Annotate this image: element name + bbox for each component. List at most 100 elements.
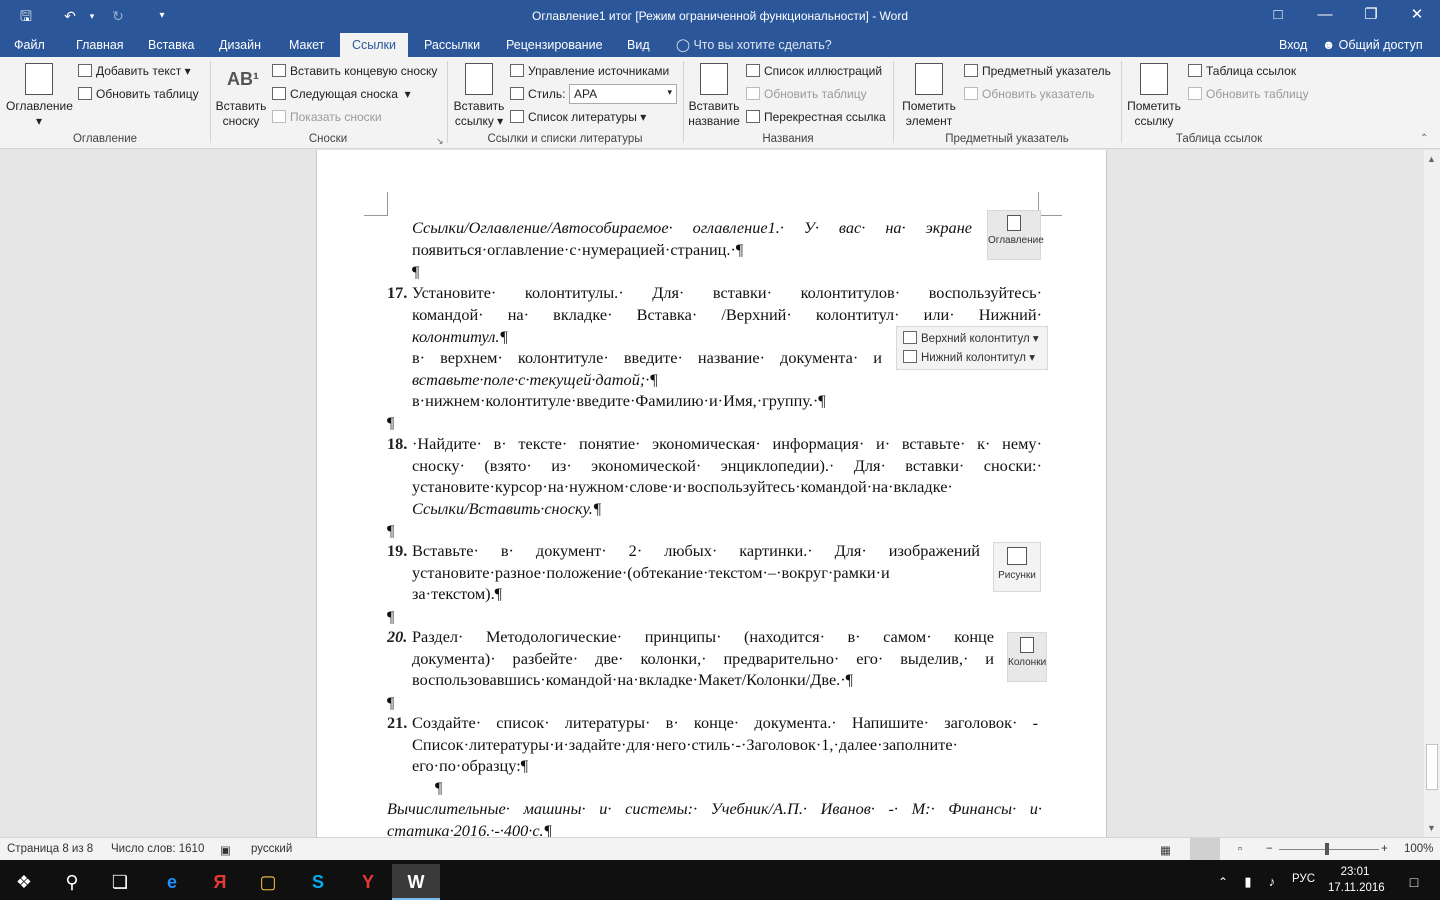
- yandex-browser-icon[interactable]: Я: [196, 864, 244, 900]
- bibliography-button[interactable]: Список литературы ▾: [510, 110, 646, 124]
- title-bar: 🖫 ↶ ▾ ↻ ▾ Оглавление1 итог [Режим ограни…: [0, 0, 1440, 33]
- tab-file[interactable]: Файл: [14, 33, 45, 57]
- ribbon-display-options-icon[interactable]: □: [1255, 0, 1301, 30]
- document-workspace: Ссылки/Оглавление/Автособираемое· оглавл…: [0, 150, 1424, 837]
- tell-me-box[interactable]: ◯ Что вы хотите сделать?: [676, 33, 832, 57]
- signin-link[interactable]: Вход: [1279, 33, 1307, 57]
- scroll-up-icon[interactable]: ▲: [1427, 154, 1436, 164]
- minimize-icon[interactable]: —: [1302, 0, 1348, 30]
- citation-style-select[interactable]: APA ▾: [569, 84, 677, 104]
- insert-endnote-button[interactable]: Вставить концевую сноску: [272, 64, 437, 78]
- zoom-slider-thumb[interactable]: [1325, 843, 1329, 855]
- scrollbar-thumb[interactable]: [1426, 744, 1438, 790]
- add-text-button[interactable]: Добавить текст ▾: [78, 64, 191, 78]
- web-layout-icon[interactable]: ▫: [1238, 843, 1242, 855]
- word-taskbar-icon[interactable]: W: [392, 864, 440, 900]
- battery-icon[interactable]: ▮: [1236, 864, 1260, 900]
- zoom-level[interactable]: 100%: [1404, 843, 1433, 855]
- update-index-button[interactable]: Обновить указатель: [964, 87, 1095, 101]
- insert-index-button[interactable]: Предметный указатель: [964, 64, 1111, 78]
- header-footer-image[interactable]: Верхний колонтитул ▾ Нижний колонтитул ▾: [896, 326, 1048, 370]
- doc-line: сноску· (взято· из· экономической· энцик…: [412, 456, 1042, 475]
- task-view-icon[interactable]: ❏: [96, 864, 144, 900]
- doc-line: установите·разное·положение·(обтекание·т…: [412, 563, 890, 582]
- toc-button-image[interactable]: Оглавление: [987, 210, 1044, 260]
- doc-line: воспользовавшись·командой·на·вкладке·Мак…: [412, 670, 854, 689]
- table-of-figures-button[interactable]: Список иллюстраций: [746, 64, 882, 78]
- document-page[interactable]: Ссылки/Оглавление/Автособираемое· оглавл…: [316, 150, 1107, 837]
- index-icon: [964, 64, 978, 77]
- authorities-icon: [1188, 64, 1202, 77]
- mark-citation-button[interactable]: Пометить ссылку: [1124, 63, 1184, 129]
- doc-line: Вычислительные· машины· и· системы:· Уче…: [387, 799, 1042, 818]
- collapse-ribbon-icon[interactable]: ⌃: [1420, 133, 1428, 144]
- doc-line: Ссылки/Оглавление/Автособираемое· оглавл…: [412, 218, 972, 237]
- zoom-slider[interactable]: [1279, 849, 1379, 850]
- cross-reference-button[interactable]: Перекрестная ссылка: [746, 110, 886, 124]
- volume-icon[interactable]: ♪: [1260, 864, 1284, 900]
- insert-citation-button[interactable]: Вставить ссылку ▾: [452, 63, 506, 129]
- group-label-authorities: Таблица ссылок: [1175, 133, 1263, 145]
- doc-line: командой· на· вкладке· Вставка· /Верхний…: [412, 305, 1042, 324]
- insert-footnote-button[interactable]: AB¹ Вставить сноску: [214, 63, 268, 129]
- endnote-icon: [272, 64, 286, 77]
- tab-layout[interactable]: Макет: [289, 33, 324, 57]
- scroll-down-icon[interactable]: ▼: [1427, 823, 1436, 833]
- print-layout-icon[interactable]: [1190, 838, 1220, 860]
- doc-line: Список·литературы·и·задайте·для·него·сти…: [412, 735, 958, 754]
- restore-icon[interactable]: ❐: [1348, 0, 1394, 30]
- update-figures-button[interactable]: Обновить таблицу: [746, 87, 867, 101]
- columns-button-image[interactable]: Колонки: [1007, 632, 1047, 682]
- tab-references[interactable]: Ссылки: [340, 33, 408, 57]
- tab-insert[interactable]: Вставка: [148, 33, 194, 57]
- show-notes-icon: [272, 110, 286, 123]
- chevron-down-icon: ▾: [667, 87, 672, 97]
- close-icon[interactable]: ✕: [1394, 0, 1440, 30]
- mark-entry-button[interactable]: Пометить элемент: [898, 63, 960, 129]
- pictures-button-image[interactable]: Рисунки: [993, 542, 1041, 592]
- word-count[interactable]: Число слов: 1610: [111, 843, 204, 855]
- page-count[interactable]: Страница 8 из 8: [7, 843, 93, 855]
- tab-design[interactable]: Дизайн: [219, 33, 261, 57]
- yandex-icon[interactable]: Y: [344, 864, 392, 900]
- skype-icon[interactable]: S: [294, 864, 342, 900]
- doc-line: Создайте· список· литературы· в· конце· …: [412, 713, 1038, 732]
- search-icon[interactable]: ⚲: [48, 864, 96, 900]
- header-button-image: Верхний колонтитул ▾: [903, 330, 1041, 349]
- exclamation-icon: [78, 87, 92, 100]
- language[interactable]: русский: [251, 843, 292, 855]
- vertical-scrollbar[interactable]: ▲ ▼: [1424, 150, 1440, 837]
- tab-home[interactable]: Главная: [76, 33, 124, 57]
- windows-start-icon[interactable]: ❖: [0, 864, 48, 900]
- zoom-in-icon[interactable]: +: [1381, 843, 1388, 855]
- insert-caption-button[interactable]: Вставить название: [686, 63, 742, 129]
- toc-button[interactable]: Оглавление ▾: [6, 63, 73, 129]
- tab-mailings[interactable]: Рассылки: [424, 33, 480, 57]
- tab-view[interactable]: Вид: [627, 33, 650, 57]
- notifications-icon[interactable]: □: [1390, 864, 1438, 900]
- doc-line: ·Найдите· в· тексте· понятие· экономичес…: [412, 434, 1042, 453]
- manage-sources-button[interactable]: Управление источниками: [510, 64, 669, 78]
- edge-icon[interactable]: e: [148, 864, 196, 900]
- show-hidden-icons-icon[interactable]: ⌃: [1208, 864, 1238, 900]
- tab-review[interactable]: Рецензирование: [506, 33, 603, 57]
- next-footnote-icon: [272, 87, 286, 100]
- file-explorer-icon[interactable]: ▢: [244, 864, 292, 900]
- update-authorities-button[interactable]: Обновить таблицу: [1188, 87, 1309, 101]
- insert-authorities-button[interactable]: Таблица ссылок: [1188, 64, 1296, 78]
- list-number: 21.: [387, 713, 408, 732]
- proofing-icon[interactable]: ▣: [220, 843, 231, 857]
- read-mode-icon[interactable]: ▦: [1160, 843, 1171, 857]
- clock[interactable]: 23:01 17.11.2016: [1328, 864, 1385, 896]
- update-toc-button[interactable]: Обновить таблицу: [78, 87, 199, 101]
- zoom-out-icon[interactable]: −: [1266, 843, 1273, 855]
- share-button[interactable]: ☻ Общий доступ: [1322, 33, 1423, 57]
- ribbon-tabs: Файл Главная Вставка Дизайн Макет Ссылки…: [0, 33, 1440, 57]
- input-language[interactable]: РУС: [1292, 873, 1315, 885]
- group-label-citations: Ссылки и списки литературы: [487, 133, 643, 145]
- doc-line: Раздел· Методологические· принципы· (нах…: [412, 627, 994, 646]
- doc-line: в·нижнем·колонтитуле·введите·Фамилию·и·И…: [412, 391, 826, 410]
- show-notes-button[interactable]: Показать сноски: [272, 110, 382, 124]
- footnotes-dialog-launcher-icon[interactable]: ↘: [436, 136, 444, 147]
- next-footnote-button[interactable]: Следующая сноска ▾: [272, 87, 411, 101]
